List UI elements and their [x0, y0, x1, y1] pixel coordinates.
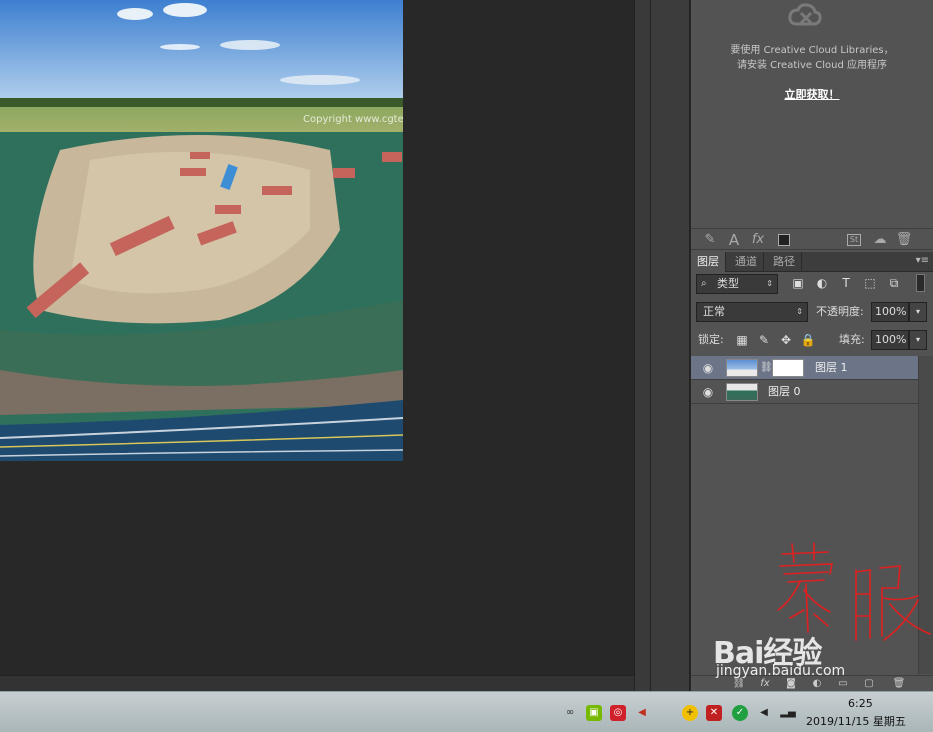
chevron-updown-icon: ⇕: [796, 307, 803, 316]
lock-label: 锁定:: [698, 333, 724, 346]
volume-icon[interactable]: ◀: [756, 705, 772, 721]
text-a-icon[interactable]: A: [725, 232, 743, 248]
layer-row-0[interactable]: ◉ 图层 0: [691, 380, 918, 404]
creative-cloud-libraries-panel: 要使用 Creative Cloud Libraries， 请安装 Creati…: [691, 0, 933, 226]
copyright-watermark: Copyright www.cgtex: [303, 114, 403, 125]
filter-type-select[interactable]: ⌕ 类型 ⇕: [696, 274, 778, 294]
blend-mode-select[interactable]: 正常 ⇕: [696, 302, 808, 322]
layer-mask-thumbnail[interactable]: [772, 359, 804, 377]
fill-input[interactable]: 100%: [871, 330, 909, 350]
adjustment-layer-icon[interactable]: ◐: [809, 677, 825, 691]
baidu-jingyan-domain: jingyan.baidu.com: [716, 663, 846, 679]
clock-date[interactable]: 2019/11/15 星期五: [806, 713, 906, 729]
blend-opacity-row: 正常 ⇕ 不透明度: 100% ▾: [691, 302, 933, 322]
libraries-toolbar: ✎ A fx St ☁ 🗑: [691, 228, 933, 250]
cc-install-message-line1: 要使用 Creative Cloud Libraries，: [730, 45, 894, 56]
lock-transparent-icon[interactable]: ▦: [733, 331, 751, 349]
creative-cloud-icon: [788, 3, 822, 26]
security-shield-icon[interactable]: ✓: [732, 705, 748, 721]
fill-label: 填充:: [839, 333, 865, 346]
chevron-updown-icon: ⇕: [766, 279, 773, 288]
lock-image-brush-icon[interactable]: ✎: [755, 331, 773, 349]
get-now-link[interactable]: 立即获取！: [691, 86, 933, 102]
add-mask-icon[interactable]: ◙: [783, 677, 799, 691]
cc-install-message-line2: 请安装 Creative Cloud 应用程序: [736, 60, 888, 71]
opacity-label: 不透明度:: [816, 305, 864, 318]
nvidia-tray-icon[interactable]: ▣: [586, 705, 602, 721]
tab-paths[interactable]: 路径: [767, 252, 802, 272]
new-group-icon[interactable]: ▭: [835, 677, 851, 691]
lock-position-move-icon[interactable]: ✥: [777, 331, 795, 349]
blend-mode-value: 正常: [703, 305, 725, 318]
panel-menu-icon[interactable]: ▾≡: [916, 255, 929, 266]
filter-shape-icon[interactable]: ⬚: [861, 274, 879, 292]
filter-pixel-icon[interactable]: ▣: [789, 274, 807, 292]
lock-all-icon[interactable]: 🔒: [799, 331, 817, 349]
fx-icon[interactable]: fx: [749, 232, 767, 248]
layer-thumbnail: [726, 383, 758, 401]
new-layer-icon[interactable]: ▢: [861, 677, 877, 691]
trash-icon[interactable]: 🗑: [895, 232, 913, 248]
fill-dropdown-button[interactable]: ▾: [909, 330, 927, 350]
filter-type-icon[interactable]: T: [837, 274, 855, 292]
fx-icon[interactable]: fx: [757, 677, 773, 691]
filter-type-value: 类型: [717, 277, 739, 290]
filter-adjustment-icon[interactable]: ◐: [813, 274, 831, 292]
filter-toggle[interactable]: [916, 274, 925, 292]
layer-name[interactable]: 图层 0: [768, 380, 801, 404]
sound-red-tray-icon[interactable]: ◀: [634, 705, 650, 721]
cc-sync-icon[interactable]: ☁: [871, 232, 889, 248]
filter-smart-object-icon[interactable]: ⧉: [885, 274, 903, 292]
brush-icon[interactable]: ✎: [701, 232, 719, 248]
search-icon: ⌕: [701, 278, 707, 289]
horizontal-scrollbar[interactable]: [0, 675, 634, 691]
lock-fill-row: 锁定: ▦ ✎ ✥ 🔒 填充: 100% ▾: [691, 330, 933, 350]
tab-channels[interactable]: 通道: [729, 252, 764, 272]
stock-st-icon[interactable]: St: [847, 234, 861, 246]
opacity-dropdown-button[interactable]: ▾: [909, 302, 927, 322]
canvas-image: Copyright www.cgtex: [0, 0, 403, 461]
vertical-scrollbar[interactable]: [634, 0, 650, 691]
opacity-input[interactable]: 100%: [871, 302, 909, 322]
layer-thumbnail: [726, 359, 758, 377]
clock-time[interactable]: 6:25: [848, 697, 873, 710]
signal-bars-icon[interactable]: ▂▄: [780, 705, 796, 721]
link-layers-icon[interactable]: ⛓: [731, 677, 747, 691]
layers-panel-tabs: 图层 通道 路径 ▾≡: [691, 252, 933, 272]
windows-taskbar: ∞ ▣ ◎ ◀ + ✕ ✓ ◀ ▂▄ 6:25 2019/11/15 星期五: [0, 691, 933, 732]
plus-tray-icon[interactable]: +: [682, 705, 698, 721]
network-error-tray-icon[interactable]: ✕: [706, 705, 722, 721]
layer-filter-row: ⌕ 类型 ⇕ ▣ ◐ T ⬚ ⧉: [691, 274, 933, 294]
visibility-eye-icon[interactable]: ◉: [701, 385, 715, 399]
tab-layers[interactable]: 图层: [691, 252, 726, 272]
trash-icon[interactable]: 🗑: [891, 677, 907, 691]
color-swatch-icon[interactable]: [775, 232, 793, 248]
chain-link-icon[interactable]: ⛓: [760, 362, 773, 373]
document-canvas[interactable]: Copyright www.cgtex: [0, 0, 634, 691]
collapsed-panel-dock: [650, 0, 690, 691]
layer-name[interactable]: 图层 1: [815, 356, 848, 380]
layer-row-1[interactable]: ◉ ⛓ 图层 1: [691, 356, 918, 380]
visibility-eye-icon[interactable]: ◉: [701, 361, 715, 375]
link-tray-icon[interactable]: ∞: [562, 705, 578, 721]
netease-music-tray-icon[interactable]: ◎: [610, 705, 626, 721]
